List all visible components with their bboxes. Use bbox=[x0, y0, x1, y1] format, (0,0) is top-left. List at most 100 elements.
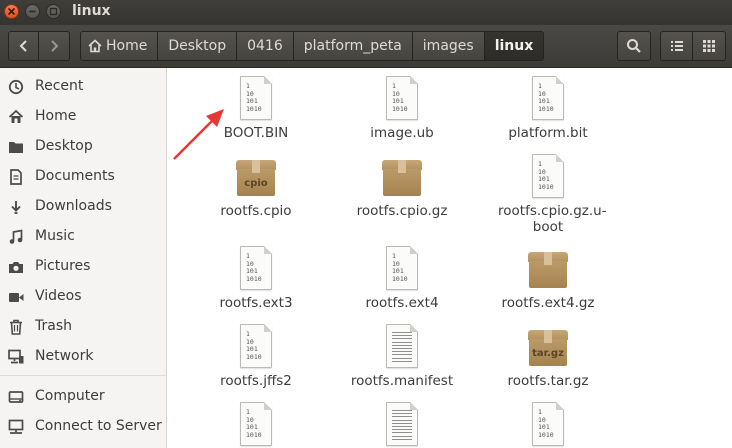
sidebar-item-label: Trash bbox=[35, 318, 72, 334]
binary-file-icon: 1 10 101 1010 bbox=[236, 246, 276, 294]
file-name: rootfs.ext4.gz bbox=[501, 295, 595, 311]
archive-icon: cpio bbox=[236, 154, 276, 202]
sidebar-item-label: Home bbox=[35, 108, 77, 124]
window-minimize-button[interactable] bbox=[25, 4, 40, 19]
forward-button[interactable] bbox=[39, 31, 70, 61]
sidebar-item-label: Pictures bbox=[35, 258, 91, 274]
window-title: linux bbox=[72, 3, 111, 19]
camera-icon bbox=[8, 259, 24, 275]
breadcrumb-images[interactable]: images bbox=[412, 31, 485, 61]
file-name: rootfs.cpio.gz.u-boot bbox=[498, 203, 607, 235]
sidebar-item-label: Computer bbox=[35, 388, 105, 404]
grid-icon bbox=[703, 40, 715, 52]
breadcrumb-home[interactable]: Home bbox=[80, 31, 159, 61]
toolbar: Home Desktop 0416 platform_peta images l… bbox=[0, 25, 732, 68]
sidebar-item-home[interactable]: Home bbox=[0, 102, 166, 132]
file-item-rootfs-cpio[interactable]: cpio rootfs.cpio bbox=[186, 154, 326, 238]
navigation-buttons bbox=[8, 31, 70, 61]
breadcrumb-linux[interactable]: linux bbox=[484, 31, 545, 61]
sidebar-item-music[interactable]: Music bbox=[0, 222, 166, 252]
sidebar-item-label: Desktop bbox=[35, 138, 93, 154]
sidebar-item-label: Documents bbox=[35, 168, 115, 184]
search-icon bbox=[627, 39, 641, 53]
binary-file-icon: 1 10 101 1010 bbox=[382, 246, 422, 294]
file-item-rootfs-tar-gz[interactable]: tar.gz rootfs.tar.gz bbox=[478, 324, 618, 394]
sidebar-item-desktop[interactable]: Desktop bbox=[0, 132, 166, 162]
sidebar: Recent Home Desktop Documents Downloads … bbox=[0, 68, 167, 448]
back-button[interactable] bbox=[8, 31, 39, 61]
trash-icon bbox=[8, 319, 24, 335]
binary-file-icon: 1 10 101 1010 bbox=[528, 76, 568, 124]
file-item-partial[interactable]: 1 10 101 1010 bbox=[478, 402, 618, 448]
file-item-platform-bit[interactable]: 1 10 101 1010 platform.bit bbox=[478, 76, 618, 146]
sidebar-item-label: Downloads bbox=[35, 198, 112, 214]
sidebar-item-downloads[interactable]: Downloads bbox=[0, 192, 166, 222]
file-item-partial[interactable] bbox=[332, 402, 472, 448]
search-button[interactable] bbox=[617, 31, 651, 61]
file-name: rootfs.ext3 bbox=[219, 295, 293, 311]
binary-file-icon: 1 10 101 1010 bbox=[236, 76, 276, 124]
sidebar-item-label: Recent bbox=[35, 78, 84, 94]
sidebar-item-label: Music bbox=[35, 228, 75, 244]
archive-icon bbox=[528, 246, 568, 294]
file-name: rootfs.cpio.gz bbox=[356, 203, 448, 219]
sidebar-item-label: Videos bbox=[35, 288, 82, 304]
file-item-partial[interactable]: 1 10 101 1010 bbox=[186, 402, 326, 448]
file-item-rootfs-manifest[interactable]: rootfs.manifest bbox=[332, 324, 472, 394]
server-icon bbox=[8, 419, 24, 435]
sidebar-item-recent[interactable]: Recent bbox=[0, 72, 166, 102]
sidebar-item-connect-to-server[interactable]: Connect to Server bbox=[0, 412, 166, 442]
sidebar-item-computer[interactable]: Computer bbox=[0, 382, 166, 412]
binary-file-icon: 1 10 101 1010 bbox=[528, 154, 568, 202]
chevron-right-icon bbox=[51, 40, 59, 52]
title-bar: linux bbox=[0, 0, 732, 25]
breadcrumb-label: Home bbox=[106, 38, 148, 54]
file-name: rootfs.cpio bbox=[220, 203, 292, 219]
file-item-rootfs-ext4-gz[interactable]: rootfs.ext4.gz bbox=[478, 246, 618, 316]
window-close-button[interactable] bbox=[4, 4, 19, 19]
home-icon bbox=[87, 39, 103, 53]
sidebar-divider bbox=[0, 375, 166, 376]
breadcrumb-platform-peta[interactable]: platform_peta bbox=[293, 31, 413, 61]
sidebar-item-trash[interactable]: Trash bbox=[0, 312, 166, 342]
minimize-icon bbox=[29, 10, 36, 13]
file-name: platform.bit bbox=[508, 125, 588, 141]
home-icon bbox=[8, 109, 24, 125]
sidebar-item-documents[interactable]: Documents bbox=[0, 162, 166, 192]
list-icon bbox=[670, 41, 683, 51]
file-item-boot-bin[interactable]: 1 10 101 1010 BOOT.BIN bbox=[186, 76, 326, 146]
breadcrumb-desktop[interactable]: Desktop bbox=[158, 31, 238, 61]
text-file-icon bbox=[382, 324, 422, 372]
sidebar-item-videos[interactable]: Videos bbox=[0, 282, 166, 312]
network-icon bbox=[8, 349, 24, 365]
file-item-rootfs-jffs2[interactable]: 1 10 101 1010 rootfs.jffs2 bbox=[186, 324, 326, 394]
window-maximize-button[interactable] bbox=[46, 4, 61, 19]
breadcrumb-0416[interactable]: 0416 bbox=[237, 31, 294, 61]
sidebar-item-pictures[interactable]: Pictures bbox=[0, 252, 166, 282]
binary-file-icon: 1 10 101 1010 bbox=[382, 76, 422, 124]
computer-icon bbox=[8, 389, 24, 405]
file-name: image.ub bbox=[370, 125, 434, 141]
grid-view-button[interactable] bbox=[693, 31, 726, 61]
close-icon bbox=[7, 7, 16, 16]
music-icon bbox=[8, 229, 24, 245]
document-icon bbox=[8, 169, 24, 185]
download-icon bbox=[8, 199, 24, 215]
file-item-rootfs-ext4[interactable]: 1 10 101 1010 rootfs.ext4 bbox=[332, 246, 472, 316]
file-grid: 1 10 101 1010 BOOT.BIN 1 10 101 1010 image.ub … bbox=[167, 68, 732, 448]
binary-file-icon: 1 10 101 1010 bbox=[236, 402, 276, 448]
file-name: rootfs.manifest bbox=[350, 373, 454, 389]
list-view-button[interactable] bbox=[660, 31, 693, 61]
file-item-rootfs-cpio-gz[interactable]: rootfs.cpio.gz bbox=[332, 154, 472, 238]
text-file-icon bbox=[382, 402, 422, 448]
file-item-rootfs-cpio-gz-u-boot[interactable]: 1 10 101 1010 rootfs.cpio.gz.u-boot bbox=[478, 154, 618, 238]
breadcrumb: Home Desktop 0416 platform_peta images l… bbox=[80, 31, 545, 61]
binary-file-icon: 1 10 101 1010 bbox=[236, 324, 276, 372]
sidebar-item-label: Network bbox=[35, 348, 94, 364]
file-item-image-ub[interactable]: 1 10 101 1010 image.ub bbox=[332, 76, 472, 146]
folder-icon bbox=[8, 139, 24, 155]
sidebar-item-network[interactable]: Network bbox=[0, 342, 166, 372]
video-icon bbox=[8, 289, 24, 305]
file-item-rootfs-ext3[interactable]: 1 10 101 1010 rootfs.ext3 bbox=[186, 246, 326, 316]
binary-file-icon: 1 10 101 1010 bbox=[528, 402, 568, 448]
